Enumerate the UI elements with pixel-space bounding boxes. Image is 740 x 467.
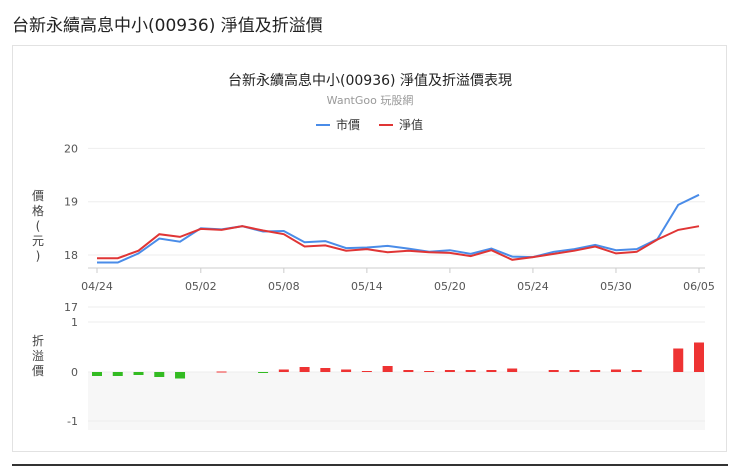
chart-subtitle: WantGoo 玩股網 xyxy=(327,93,414,107)
premium-bar xyxy=(92,372,102,376)
y-tick-label: 0 xyxy=(71,366,78,379)
y-tick-label: 19 xyxy=(64,196,78,209)
premium-bar xyxy=(278,369,289,372)
premium-bar xyxy=(486,370,497,372)
premium-bar xyxy=(631,370,642,372)
y-axis-title-premium: 折溢價 xyxy=(32,333,44,378)
x-tick-label: 05/14 xyxy=(351,280,383,293)
axis-title-char: 折 xyxy=(32,333,44,348)
premium-bar xyxy=(299,367,310,372)
y-tick-label: 20 xyxy=(64,142,78,155)
x-tick-label: 05/08 xyxy=(268,280,300,293)
premium-bar xyxy=(133,372,144,375)
page-title: 台新永續高息中小(00936) 淨值及折溢價 xyxy=(12,16,323,36)
premium-bar xyxy=(112,372,123,376)
premium-bar xyxy=(507,368,518,372)
premium-bar xyxy=(361,371,372,372)
premium-bar xyxy=(465,370,476,372)
x-tick-label: 04/24 xyxy=(81,280,113,293)
axis-title-char: 格 xyxy=(32,203,44,218)
premium-bar xyxy=(610,369,621,372)
legend-market-label[interactable]: 市價 xyxy=(336,117,360,132)
premium-bar xyxy=(694,342,704,372)
premium-bar xyxy=(548,370,559,372)
premium-bar xyxy=(258,372,269,373)
axis-title-char: 溢 xyxy=(32,349,44,363)
axis-title-char: 價 xyxy=(32,189,44,203)
y-axis-title-price: 價格(元) xyxy=(32,189,44,263)
premium-bar xyxy=(424,371,435,372)
premium-bar xyxy=(154,372,165,377)
y-tick-label: 18 xyxy=(64,249,78,262)
premium-bar xyxy=(590,370,601,372)
axis-title-char: 價 xyxy=(32,364,44,378)
x-tick-label: 05/02 xyxy=(185,280,217,293)
legend-nav-label[interactable]: 淨值 xyxy=(399,117,423,132)
premium-bar xyxy=(320,368,331,372)
premium-bar xyxy=(175,372,186,379)
premium-bar xyxy=(444,370,455,372)
chart-title: 台新永續高息中小(00936) 淨值及折溢價表現 xyxy=(228,72,512,89)
premium-bar xyxy=(569,370,580,372)
legend: 市價 淨值 xyxy=(316,117,423,132)
y-tick-label: -1 xyxy=(67,415,78,428)
x-tick-label: 05/24 xyxy=(517,280,549,293)
x-tick-label: 05/20 xyxy=(434,280,466,293)
axis-title-char: ) xyxy=(36,249,41,263)
axis-title-char: ( xyxy=(36,219,41,233)
x-tick-label: 05/30 xyxy=(600,280,632,293)
premium-bar xyxy=(341,369,352,372)
y-tick-label: 17 xyxy=(64,301,78,314)
premium-bar xyxy=(403,370,414,372)
premium-bar xyxy=(216,371,227,373)
y-tick-label: 1 xyxy=(71,316,78,329)
nav-premium-chart: 台新永續高息中小(00936) 淨值及折溢價表現 WantGoo 玩股網 市價 … xyxy=(32,72,715,430)
premium-bar xyxy=(673,348,684,372)
premium-bar xyxy=(382,366,393,372)
x-tick-label: 06/05 xyxy=(683,280,715,293)
axis-title-char: 元 xyxy=(32,234,44,248)
